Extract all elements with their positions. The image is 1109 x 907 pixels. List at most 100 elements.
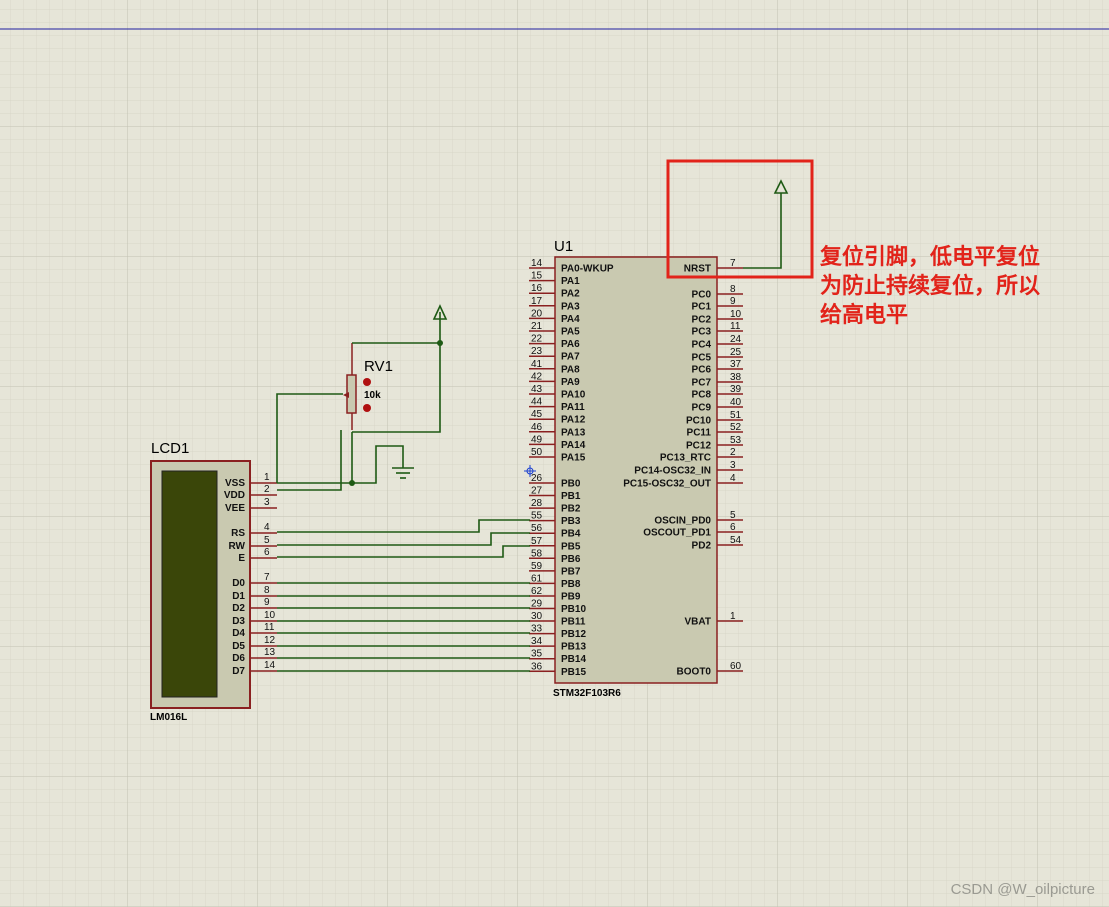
mcu-pin-name: PB15 — [561, 667, 586, 678]
schematic-canvas: LCD1 LM016L VSS 1 VDD 2 VEE 3 RS 4 RW 5 E 6 D0 7 D1 8 D2… — [0, 0, 1109, 907]
mcu-pin-name: BOOT0 — [677, 667, 712, 678]
lcd-pin-number: 9 — [264, 597, 270, 608]
lcd-pin-name: E — [238, 553, 245, 564]
mcu-pin-name: PA0-WKUP — [561, 264, 614, 275]
mcu-pin-number: 37 — [730, 359, 742, 370]
mcu-pin-number: 50 — [531, 447, 543, 458]
pot-ref-label: RV1 — [364, 358, 393, 375]
mcu-pin-number: 35 — [531, 649, 543, 660]
mcu-pin-number: 26 — [531, 473, 543, 484]
mcu-pin-name: PA6 — [561, 339, 580, 350]
pot-probe-dot — [363, 378, 371, 386]
mcu-pin-name: PC6 — [692, 365, 712, 376]
lcd-pin-number: 2 — [264, 484, 270, 495]
mcu-pin-number: 53 — [730, 435, 742, 446]
mcu-pin-number: 29 — [531, 599, 543, 610]
mcu-pin-name: PA4 — [561, 314, 580, 325]
mcu-pin-name: PB13 — [561, 642, 586, 653]
lcd-pin-name: D1 — [232, 591, 245, 602]
mcu-pin-number: 61 — [531, 573, 543, 584]
mcu-pin-name: PC4 — [692, 340, 712, 351]
mcu-pin-number: 28 — [531, 498, 543, 509]
mcu-pin-name: PC12 — [686, 441, 711, 452]
mcu-pin-number: 42 — [531, 371, 543, 382]
mcu-pin-name: PA15 — [561, 453, 586, 464]
mcu-pin-name: PC15-OSC32_OUT — [623, 479, 711, 490]
mcu-pin-name: PB4 — [561, 529, 581, 540]
mcu-pin-number: 22 — [531, 334, 543, 345]
junction-dot — [349, 480, 355, 486]
lcd-pin-name: VDD — [224, 490, 245, 501]
mcu-pin-name: PA5 — [561, 327, 580, 338]
mcu-pin-name: PC3 — [692, 327, 712, 338]
mcu-pin-name: PA9 — [561, 377, 580, 388]
lcd-part-label: LM016L — [150, 712, 187, 723]
mcu-pin-name: PC2 — [692, 315, 712, 326]
mcu-pin-name: OSCOUT_PD1 — [643, 528, 711, 539]
mcu-pin-number: 15 — [531, 271, 543, 282]
mcu-pin-number: 1 — [730, 611, 736, 622]
lcd-pin-name: D7 — [232, 666, 245, 677]
mcu-pin-number: 57 — [531, 536, 543, 547]
annotation-line: 复位引脚，低电平复位 — [820, 245, 1041, 270]
nrst-annotation: 复位引脚，低电平复位 为防止持续复位，所以 给高电平 — [820, 243, 1100, 330]
mcu-pin-number: 43 — [531, 384, 543, 395]
mcu-pin-name: PB14 — [561, 654, 586, 665]
mcu-pin-number: 44 — [531, 397, 543, 408]
mcu-pin-name: PA12 — [561, 415, 586, 426]
mcu-pin-number: 4 — [730, 473, 736, 484]
watermark: CSDN @W_oilpicture — [950, 881, 1095, 898]
lcd-pin-number: 7 — [264, 572, 270, 583]
mcu-pin-number: 38 — [730, 372, 742, 383]
mcu-pin-name: PB6 — [561, 554, 581, 565]
mcu-pin-number: 14 — [531, 258, 543, 269]
mcu-pin-name: PA1 — [561, 276, 580, 287]
mcu-pin-number: 58 — [531, 548, 543, 559]
lcd-pin-name: D2 — [232, 603, 245, 614]
mcu-pin-number: 24 — [730, 334, 742, 345]
lcd-screen — [161, 470, 218, 698]
lcd-pin-name: RS — [231, 528, 245, 539]
mcu-ref-label: U1 — [554, 238, 573, 255]
mcu-pin-name: PA10 — [561, 390, 586, 401]
mcu-pin-name: PC11 — [687, 428, 712, 439]
mcu-pin-name: PA2 — [561, 289, 580, 300]
mcu-pin-name: PB1 — [561, 491, 581, 502]
mcu-pin-number: 34 — [531, 636, 543, 647]
mcu-pin-name: PC8 — [692, 390, 712, 401]
lcd-pin-name: D0 — [232, 578, 245, 589]
mcu-pin-number: 59 — [531, 561, 543, 572]
mcu-pin-number: 46 — [531, 422, 543, 433]
mcu-part-label: STM32F103R6 — [553, 688, 621, 699]
mcu-pin-number: 54 — [730, 535, 742, 546]
mcu-pin-name: PC14-OSC32_IN — [634, 466, 711, 477]
mcu-pin-number: 16 — [531, 283, 543, 294]
mcu-pin-number: 49 — [531, 434, 543, 445]
mcu-pin-name: VBAT — [685, 617, 711, 628]
lcd-pin-number: 6 — [264, 547, 270, 558]
lcd-pin-number: 5 — [264, 535, 270, 546]
mcu-component[interactable]: U1 STM32F103R6 PA0-WKUP14PA115PA216PA317… — [529, 238, 743, 699]
mcu-pin-name: PB9 — [561, 591, 581, 602]
mcu-pin-number: 9 — [730, 296, 736, 307]
mcu-pin-name: PB2 — [561, 504, 581, 515]
lcd-pin-name: D3 — [232, 616, 245, 627]
mcu-pin-number: 30 — [531, 611, 543, 622]
annotation-line: 为防止持续复位，所以 — [820, 274, 1041, 299]
mcu-pin-number: 23 — [531, 346, 543, 357]
mcu-pin-number: 5 — [730, 510, 736, 521]
mcu-pin-number: 21 — [531, 321, 543, 332]
mcu-pin-number: 10 — [730, 309, 742, 320]
mcu-pin-name: PA11 — [561, 402, 585, 413]
mcu-pin-name: NRST — [684, 264, 711, 275]
mcu-pin-number: 55 — [531, 511, 543, 522]
pot-probe-dot — [363, 404, 371, 412]
mcu-pin-number: 20 — [531, 308, 543, 319]
mcu-pin-name: PC13_RTC — [660, 453, 711, 464]
lcd-pin-number: 4 — [264, 522, 270, 533]
mcu-pin-number: 60 — [730, 661, 742, 672]
mcu-pin-name: PB0 — [561, 479, 581, 490]
mcu-pin-name: PB11 — [561, 617, 586, 628]
pot-value-label: 10k — [364, 390, 381, 401]
mcu-pin-name: PC0 — [692, 290, 712, 301]
